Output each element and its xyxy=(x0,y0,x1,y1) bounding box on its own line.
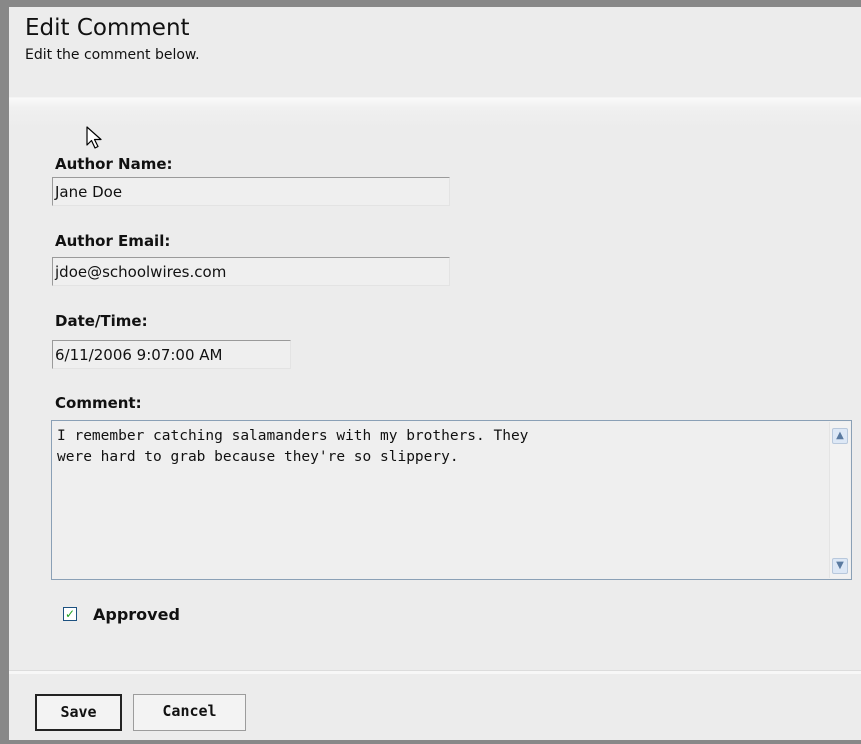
author-email-field[interactable]: jdoe@schoolwires.com xyxy=(52,257,450,286)
author-email-label: Author Email: xyxy=(55,232,171,250)
page-subtitle: Edit the comment below. xyxy=(25,47,200,63)
window-frame-top xyxy=(0,0,861,7)
comment-text: I remember catching salamanders with my … xyxy=(57,428,529,465)
panel-divider xyxy=(9,670,861,674)
page-title: Edit Comment xyxy=(25,15,190,41)
approved-checkbox[interactable]: ✓ xyxy=(63,607,77,621)
comment-label: Comment: xyxy=(55,394,142,412)
date-time-field[interactable]: 6/11/2006 9:07:00 AM xyxy=(52,340,291,369)
author-name-label: Author Name: xyxy=(55,155,173,173)
date-time-label: Date/Time: xyxy=(55,312,148,330)
scroll-down-icon[interactable]: ▼ xyxy=(832,558,848,574)
save-button[interactable]: Save xyxy=(35,694,122,731)
window-frame-bottom xyxy=(0,740,861,744)
cancel-button[interactable]: Cancel xyxy=(133,694,246,731)
mouse-pointer-icon xyxy=(86,126,102,149)
scroll-up-icon[interactable]: ▲ xyxy=(832,428,848,444)
comment-textarea[interactable]: I remember catching salamanders with my … xyxy=(51,420,852,580)
window-frame-left xyxy=(0,0,9,744)
approved-label: Approved xyxy=(93,605,180,624)
comment-scrollbar[interactable]: ▲ ▼ xyxy=(829,422,850,578)
author-name-field[interactable]: Jane Doe xyxy=(52,177,450,206)
